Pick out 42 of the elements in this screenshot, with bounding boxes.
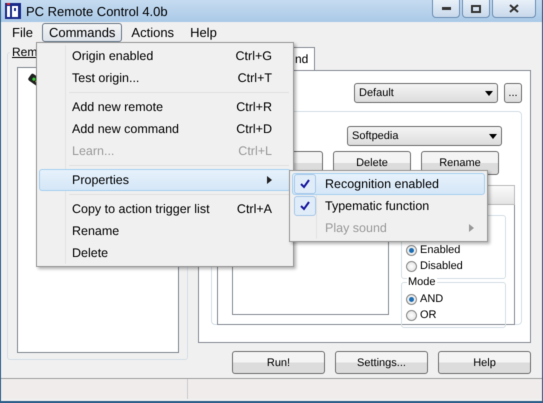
menu-bar-item[interactable]: Help: [183, 22, 224, 42]
menu-item[interactable]: Typematic function: [292, 195, 485, 217]
shortcut-text: Ctrl+A: [236, 202, 272, 216]
minimize-icon: [442, 7, 450, 10]
minimize-button[interactable]: [432, 0, 460, 18]
radio-button[interactable]: AND: [406, 291, 444, 307]
footer-button[interactable]: Help: [438, 351, 531, 374]
shortcut-text: Ctrl+T: [238, 71, 272, 85]
submenu-arrow-icon: [469, 224, 474, 232]
profile-dropdown[interactable]: Default: [354, 83, 498, 103]
shortcut-text: Ctrl+G: [236, 49, 272, 63]
maximize-icon: [471, 4, 481, 12]
menu-bar-item[interactable]: Actions: [124, 22, 182, 42]
menu-item[interactable]: Recognition enabled: [292, 173, 485, 195]
footer-button[interactable]: Run!: [232, 351, 325, 374]
submenu-arrow-icon: [267, 176, 272, 184]
dropdown-caret-icon: [489, 134, 497, 138]
shortcut-text: Ctrl+D: [236, 122, 272, 136]
close-button[interactable]: [492, 0, 536, 18]
shortcut-text: Ctrl+L: [238, 144, 272, 158]
menu-item[interactable]: Test origin... Ctrl+T: [39, 67, 291, 89]
shortcut-text: Ctrl+R: [236, 100, 272, 114]
app-icon: [5, 3, 21, 19]
group-label: Mode: [407, 276, 437, 288]
menu-bar-item[interactable]: File: [5, 22, 40, 42]
radio-button[interactable]: OR: [406, 307, 436, 323]
menu-bar-item[interactable]: Commands: [42, 22, 122, 42]
menu-item[interactable]: Properties: [39, 169, 291, 191]
radio-button[interactable]: Enabled: [406, 242, 460, 258]
radio-button[interactable]: Disabled: [406, 258, 463, 274]
close-icon: [509, 4, 519, 13]
footer-button[interactable]: Settings...: [335, 351, 428, 374]
menu-item[interactable]: Delete: [39, 242, 291, 264]
menu-item[interactable]: Copy to action trigger list Ctrl+A: [39, 198, 291, 220]
window-title: PC Remote Control 4.0b: [26, 4, 168, 18]
maximize-button[interactable]: [462, 0, 490, 18]
remote-dropdown[interactable]: Softpedia: [347, 126, 502, 146]
menu-item[interactable]: Add new remote Ctrl+R: [39, 96, 291, 118]
menu-item[interactable]: Rename: [39, 220, 291, 242]
browse-button[interactable]: ...: [504, 83, 522, 103]
dropdown-caret-icon: [485, 90, 493, 96]
menu-item[interactable]: Add new command Ctrl+D: [39, 118, 291, 140]
